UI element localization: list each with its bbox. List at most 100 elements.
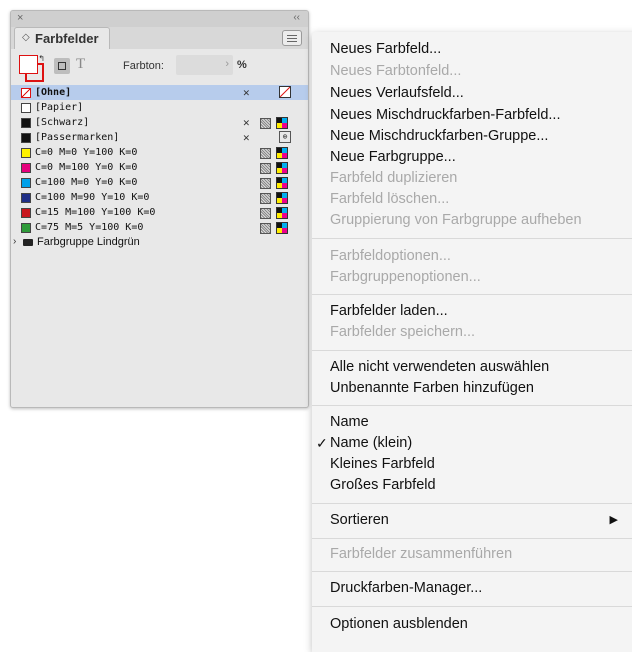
menu-separator bbox=[312, 294, 632, 295]
swap-icon[interactable]: ↰ bbox=[38, 54, 45, 63]
tint-unit: % bbox=[237, 59, 247, 71]
menu-item[interactable]: Neue Mischdruckfarben-Gruppe... bbox=[330, 126, 548, 146]
swatch-chip bbox=[21, 118, 31, 128]
menu-item[interactable]: Kleines Farbfeld bbox=[330, 454, 435, 474]
folder-icon bbox=[23, 239, 33, 246]
menu-item[interactable]: Farbfelder speichern... bbox=[330, 322, 475, 342]
menu-item[interactable]: Alle nicht verwendeten auswählen bbox=[330, 357, 549, 377]
menu-item[interactable]: Neues Mischdruckfarben-Farbfeld... bbox=[330, 105, 561, 125]
panel-menu-button[interactable] bbox=[282, 30, 302, 46]
menu-item[interactable]: Farbfeldoptionen... bbox=[330, 246, 451, 266]
formatting-text-icon[interactable]: T bbox=[76, 56, 85, 73]
menu-separator bbox=[312, 238, 632, 239]
process-color-icon bbox=[276, 117, 288, 129]
menu-item[interactable]: Sortieren bbox=[330, 510, 389, 530]
menu-separator bbox=[312, 606, 632, 607]
formatting-container-icon[interactable] bbox=[54, 58, 70, 74]
tint-label: Farbton: bbox=[123, 60, 164, 72]
swatch-row[interactable]: [Papier] bbox=[11, 100, 308, 115]
tint-input[interactable]: › bbox=[176, 55, 233, 75]
swatch-name: C=100 M=0 Y=0 K=0 bbox=[35, 177, 138, 188]
panel-body: ↰ T Farbton: › % [Ohne] ✕ [Papier] [Schw… bbox=[11, 49, 308, 407]
menu-separator bbox=[312, 571, 632, 572]
swatch-name: [Ohne] bbox=[35, 87, 72, 98]
swatch-name: C=100 M=90 Y=10 K=0 bbox=[35, 192, 150, 203]
swatch-row[interactable]: [Schwarz] ✕ bbox=[11, 115, 308, 130]
panel-title-bar[interactable]: × ‹‹ bbox=[11, 11, 308, 27]
menu-item[interactable]: Farbfelder zusammenführen bbox=[330, 544, 512, 564]
menu-item[interactable]: Farbgruppenoptionen... bbox=[330, 267, 481, 287]
swatch-name: C=0 M=100 Y=0 K=0 bbox=[35, 162, 138, 173]
swatch-chip bbox=[21, 88, 31, 98]
swatch-list: [Ohne] ✕ [Papier] [Schwarz] ✕ [Passermar… bbox=[11, 85, 308, 250]
process-color-icon bbox=[276, 192, 288, 204]
menu-item[interactable]: Unbenannte Farben hinzufügen bbox=[330, 378, 534, 398]
swatch-name: [Papier] bbox=[35, 102, 84, 113]
menu-item[interactable]: Farbfeld löschen... bbox=[330, 189, 449, 209]
none-swatch-icon bbox=[279, 86, 291, 98]
color-type-icon bbox=[260, 193, 271, 204]
panel-title: Farbfelder bbox=[35, 31, 99, 46]
tab-expand-icon: ◇ bbox=[22, 32, 30, 43]
menu-item[interactable]: Druckfarben-Manager... bbox=[330, 578, 482, 598]
panel-toolbar: ↰ T Farbton: › % bbox=[11, 49, 308, 85]
tint-arrow-icon[interactable]: › bbox=[225, 58, 229, 70]
swatch-row[interactable]: C=15 M=100 Y=100 K=0 bbox=[11, 205, 308, 220]
menu-item[interactable]: Gruppierung von Farbgruppe aufheben bbox=[330, 210, 582, 230]
color-type-icon bbox=[260, 208, 271, 219]
swatch-chip bbox=[21, 208, 31, 218]
swatch-chip bbox=[21, 178, 31, 188]
menu-item[interactable]: Name bbox=[330, 412, 369, 432]
swatch-row[interactable]: [Ohne] ✕ bbox=[11, 85, 308, 100]
collapse-icon[interactable]: ‹‹ bbox=[293, 11, 300, 25]
swatch-name: [Schwarz] bbox=[35, 117, 90, 128]
swatch-chip bbox=[21, 148, 31, 158]
menu-item[interactable]: Farbfeld duplizieren bbox=[330, 168, 457, 188]
menu-item[interactable]: Neues Verlaufsfeld... bbox=[330, 83, 464, 103]
menu-item[interactable]: Name (klein) bbox=[330, 433, 412, 453]
swatch-name: C=0 M=0 Y=100 K=0 bbox=[35, 147, 138, 158]
non-editable-icon: ✕ bbox=[243, 86, 250, 99]
swatches-panel: × ‹‹ ◇ Farbfelder ↰ T Farbton: › % [Ohne… bbox=[10, 10, 309, 408]
swatch-row[interactable]: C=0 M=100 Y=0 K=0 bbox=[11, 160, 308, 175]
checkmark-icon: ✓ bbox=[316, 435, 328, 451]
color-type-icon bbox=[260, 118, 271, 129]
menu-item[interactable]: Neues Farbfeld... bbox=[330, 39, 441, 59]
color-type-icon bbox=[260, 148, 271, 159]
process-color-icon bbox=[276, 162, 288, 174]
menu-item[interactable]: Großes Farbfeld bbox=[330, 475, 436, 495]
swatch-chip bbox=[21, 133, 31, 143]
color-group-name: Farbgruppe Lindgrün bbox=[37, 236, 140, 248]
color-type-icon bbox=[260, 178, 271, 189]
process-color-icon bbox=[276, 147, 288, 159]
color-group-row[interactable]: › Farbgruppe Lindgrün bbox=[11, 235, 308, 250]
swatch-row[interactable]: C=100 M=90 Y=10 K=0 bbox=[11, 190, 308, 205]
process-color-icon bbox=[276, 207, 288, 219]
menu-item[interactable]: Farbfelder laden... bbox=[330, 301, 448, 321]
swatch-row[interactable]: [Passermarken] ✕ ⊕ bbox=[11, 130, 308, 145]
menu-item[interactable]: Optionen ausblenden bbox=[330, 614, 468, 634]
menu-item[interactable]: Neue Farbgruppe... bbox=[330, 147, 456, 167]
swatch-row[interactable]: C=0 M=0 Y=100 K=0 bbox=[11, 145, 308, 160]
registration-icon: ⊕ bbox=[279, 131, 291, 143]
color-type-icon bbox=[260, 223, 271, 234]
process-color-icon bbox=[276, 222, 288, 234]
swatch-row[interactable]: C=75 M=5 Y=100 K=0 bbox=[11, 220, 308, 235]
close-icon[interactable]: × bbox=[17, 11, 23, 25]
fill-swatch-icon[interactable] bbox=[19, 55, 38, 74]
menu-separator bbox=[312, 503, 632, 504]
tab-farbfelder[interactable]: ◇ Farbfelder bbox=[14, 27, 110, 50]
non-editable-icon: ✕ bbox=[243, 131, 250, 144]
swatch-chip bbox=[21, 103, 31, 113]
swatch-name: C=15 M=100 Y=100 K=0 bbox=[35, 207, 156, 218]
chevron-right-icon[interactable]: › bbox=[13, 236, 16, 247]
fill-stroke-control[interactable]: ↰ bbox=[19, 54, 45, 82]
swatch-chip bbox=[21, 223, 31, 233]
menu-item[interactable]: Neues Farbtonfeld... bbox=[330, 61, 461, 81]
swatch-row[interactable]: C=100 M=0 Y=0 K=0 bbox=[11, 175, 308, 190]
menu-separator bbox=[312, 405, 632, 406]
panel-flyout-menu: Neues Farbfeld... Neues Farbtonfeld... N… bbox=[312, 32, 632, 652]
process-color-icon bbox=[276, 177, 288, 189]
menu-separator bbox=[312, 538, 632, 539]
submenu-arrow-icon: ▶ bbox=[609, 514, 618, 526]
